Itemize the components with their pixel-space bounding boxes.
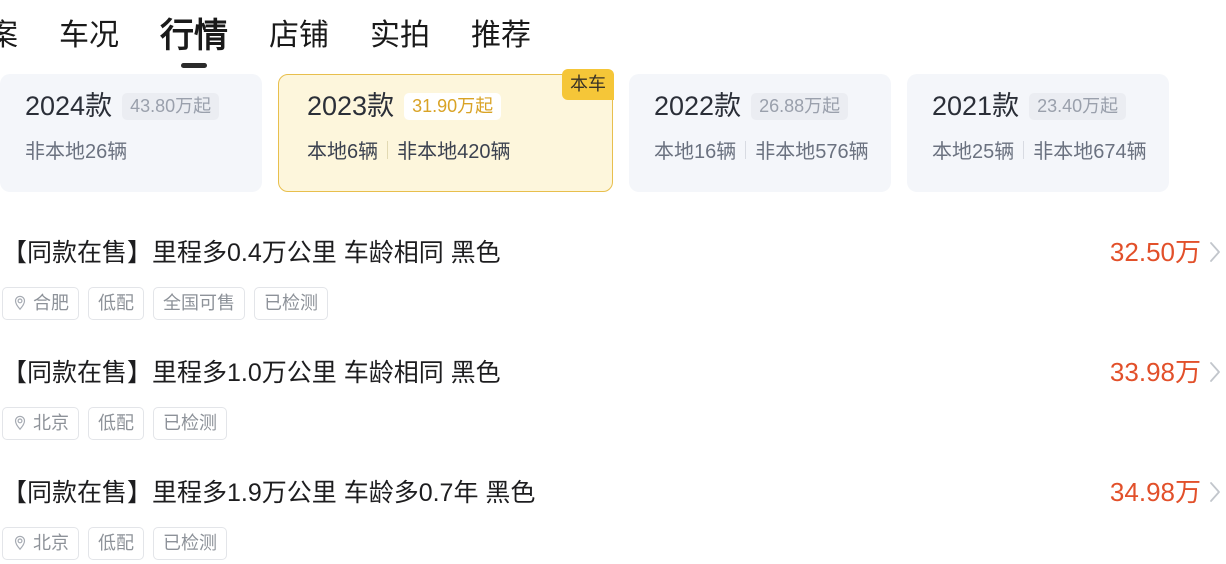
listing-row[interactable]: 【同款在售】里程多0.4万公里 车龄相同 黑色合肥 低配 全国可售 已检测 32.50万 [0, 237, 1226, 357]
nav-active-underline [181, 63, 207, 68]
listing-tag-group: 合肥 低配 全国可售 已检测 [2, 287, 1226, 320]
listing-row[interactable]: 【同款在售】里程多1.0万公里 车龄相同 黑色北京 低配 已检测 33.98万 [0, 357, 1226, 477]
listing-title: 【同款在售】里程多1.0万公里 车龄相同 黑色 [2, 359, 501, 387]
nonlocal-stock-count: 非本地420辆 [397, 141, 511, 163]
listing-attribute-tag: 全国可售 [153, 287, 245, 320]
listing-title: 【同款在售】里程多0.4万公里 车龄相同 黑色 [2, 239, 501, 267]
year-card-stock-counts: 非本地26辆 [25, 135, 261, 164]
chevron-right-icon [1210, 362, 1220, 382]
local-stock-count: 本地25辆 [932, 141, 1015, 163]
nav-tab-3[interactable]: 行情 [160, 17, 228, 68]
listing-price-value: 34.98万 [1109, 477, 1201, 507]
year-card-price-badge: 23.40万起 [1029, 93, 1127, 120]
listing-attribute-tag: 已检测 [254, 287, 328, 320]
count-divider [387, 140, 389, 159]
listing-price-group[interactable]: 32.50万 [1110, 237, 1222, 265]
listing-city-tag: 北京 [2, 527, 79, 560]
nav-tab-label: 推荐 [471, 19, 531, 52]
chevron-right-icon [1210, 242, 1220, 262]
listing-attribute-tag: 低配 [88, 287, 144, 320]
nav-tab-label: 实拍 [370, 19, 430, 52]
listing-price-value: 33.98万 [1109, 357, 1201, 387]
year-card-stock-counts: 本地16辆 非本地576辆 [654, 135, 890, 164]
primary-nav: 案 车况 行情 店铺 实拍 推荐 [0, 0, 1226, 74]
listing-city-label: 北京 [33, 413, 69, 433]
listing-title: 【同款在售】里程多1.9万公里 车龄多0.7年 黑色 [2, 479, 536, 507]
nav-tab-4[interactable]: 店铺 [269, 21, 329, 53]
year-card-header: 2021款 23.40万起 [932, 93, 1168, 120]
year-card-stock-counts: 本地6辆 非本地420辆 [307, 135, 612, 164]
year-card-price-badge: 26.88万起 [751, 93, 849, 120]
nav-tab-6[interactable]: 推荐 [471, 21, 531, 53]
year-card-year-label: 2022款 [654, 91, 742, 121]
listing-tag-group: 北京 低配 已检测 [2, 407, 1226, 440]
count-divider [745, 140, 747, 159]
listing-attribute-tag: 低配 [88, 407, 144, 440]
listing-price-group[interactable]: 33.98万 [1110, 357, 1222, 385]
year-model-card[interactable]: 2024款 43.80万起非本地26辆 [0, 74, 262, 192]
listing-price-group[interactable]: 34.98万 [1110, 477, 1222, 505]
nonlocal-stock-count: 非本地674辆 [1033, 141, 1147, 163]
nav-tab-5[interactable]: 实拍 [370, 21, 430, 53]
year-card-header: 2024款 43.80万起 [25, 93, 261, 120]
listing-attribute-tag: 已检测 [153, 407, 227, 440]
nav-tab-1[interactable]: 案 [0, 21, 18, 53]
nonlocal-stock-count: 非本地26辆 [25, 141, 128, 163]
year-card-price-badge: 31.90万起 [404, 93, 502, 120]
year-card-year-label: 2021款 [932, 91, 1020, 121]
nav-tab-2[interactable]: 车况 [59, 21, 119, 53]
year-model-card-list: 2024款 43.80万起非本地26辆 2023款 31.90万起本地6辆 非本地420… [0, 69, 1226, 207]
year-card-price-badge: 43.80万起 [122, 93, 220, 120]
count-divider [1023, 140, 1025, 159]
location-pin-icon [14, 415, 26, 431]
location-pin-icon [14, 295, 26, 311]
year-card-stock-counts: 本地25辆 非本地674辆 [932, 135, 1168, 164]
listing-city-label: 北京 [33, 533, 69, 553]
chevron-right-icon [1210, 482, 1220, 502]
nav-tab-label: 店铺 [269, 19, 329, 52]
listing-price-value: 32.50万 [1109, 237, 1201, 267]
local-stock-count: 本地6辆 [307, 141, 379, 163]
listing-city-tag: 合肥 [2, 287, 79, 320]
location-pin-icon [14, 535, 26, 551]
listing-attribute-tag: 已检测 [153, 527, 227, 560]
this-car-badge: 本车 [562, 69, 614, 100]
listing-city-label: 合肥 [33, 293, 69, 313]
listing-row[interactable]: 【同款在售】里程多1.9万公里 车龄多0.7年 黑色北京 低配 已检测 34.98万 [0, 477, 1226, 564]
similar-listings-list: 【同款在售】里程多0.4万公里 车龄相同 黑色 合肥 低配 全国可售 已检测 32.50万… [0, 207, 1226, 564]
nav-tab-label: 行情 [160, 17, 228, 55]
year-model-card[interactable]: 2022款 26.88万起 本地16辆 非本地576辆 [629, 74, 891, 192]
listing-tag-group: 北京 低配 已检测 [2, 527, 1226, 560]
listing-city-tag: 北京 [2, 407, 79, 440]
nonlocal-stock-count: 非本地576辆 [755, 141, 869, 163]
year-model-card[interactable]: 2021款 23.40万起 本地25辆 非本地674辆 [907, 74, 1169, 192]
year-card-header: 2022款 26.88万起 [654, 93, 890, 120]
nav-tab-label: 案 [0, 19, 18, 52]
year-card-year-label: 2023款 [307, 91, 395, 121]
year-model-card[interactable]: 2023款 31.90万起本地6辆 非本地420辆 本车 [278, 69, 614, 192]
local-stock-count: 本地16辆 [654, 141, 737, 163]
nav-tab-label: 车况 [59, 19, 119, 52]
year-card-year-label: 2024款 [25, 91, 113, 121]
listing-attribute-tag: 低配 [88, 527, 144, 560]
